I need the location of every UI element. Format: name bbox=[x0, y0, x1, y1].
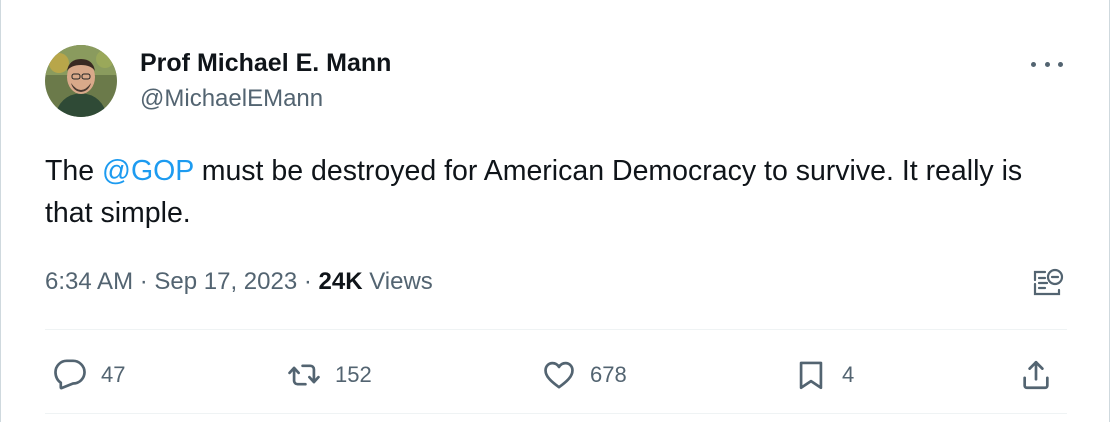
like-count: 678 bbox=[590, 362, 627, 387]
retweet-arrows-icon bbox=[288, 364, 320, 386]
tweet-time[interactable]: 6:34 AM bbox=[45, 268, 133, 295]
bookmark-icon bbox=[799, 361, 823, 390]
bookmark-count: 4 bbox=[842, 362, 855, 387]
retweet-count: 152 bbox=[335, 362, 372, 387]
analyze-post-icon[interactable] bbox=[1031, 266, 1065, 300]
heart-icon bbox=[544, 361, 574, 389]
views-count: 24K bbox=[318, 268, 363, 295]
meta-separator: · bbox=[133, 268, 155, 295]
user-handle[interactable]: @MichaelEMann bbox=[140, 84, 323, 114]
ellipsis-icon bbox=[1058, 61, 1063, 67]
divider bbox=[45, 329, 1067, 330]
retweet-button[interactable]: 152 bbox=[287, 355, 372, 395]
display-name[interactable]: Prof Michael E. Mann bbox=[140, 48, 391, 78]
more-options-button[interactable] bbox=[1031, 52, 1063, 76]
share-button[interactable] bbox=[1019, 355, 1053, 395]
reply-count: 47 bbox=[101, 362, 126, 387]
ellipsis-icon bbox=[1044, 61, 1050, 67]
tweet-card: Prof Michael E. Mann @MichaelEMann The @… bbox=[0, 0, 1110, 422]
avatar[interactable] bbox=[45, 45, 117, 117]
divider bbox=[45, 413, 1067, 414]
tweet-date[interactable]: Sep 17, 2023 bbox=[154, 268, 297, 295]
bookmark-button[interactable]: 4 bbox=[794, 355, 854, 395]
avatar-photo bbox=[45, 45, 117, 117]
views-label: Views bbox=[362, 268, 433, 295]
tweet-meta: 6:34 AM · Sep 17, 2023 · 24K Views bbox=[45, 266, 433, 298]
ellipsis-icon bbox=[1031, 61, 1036, 67]
reply-button[interactable]: 47 bbox=[53, 355, 125, 395]
share-upload-icon bbox=[1023, 360, 1049, 390]
tweet-text-start: The bbox=[45, 155, 103, 187]
speech-bubble-icon bbox=[54, 359, 86, 390]
tweet-text: The @GOP must be destroyed for American … bbox=[45, 150, 1035, 234]
mention-link[interactable]: @GOP bbox=[102, 155, 194, 187]
like-button[interactable]: 678 bbox=[542, 355, 627, 395]
meta-separator: · bbox=[297, 268, 319, 295]
